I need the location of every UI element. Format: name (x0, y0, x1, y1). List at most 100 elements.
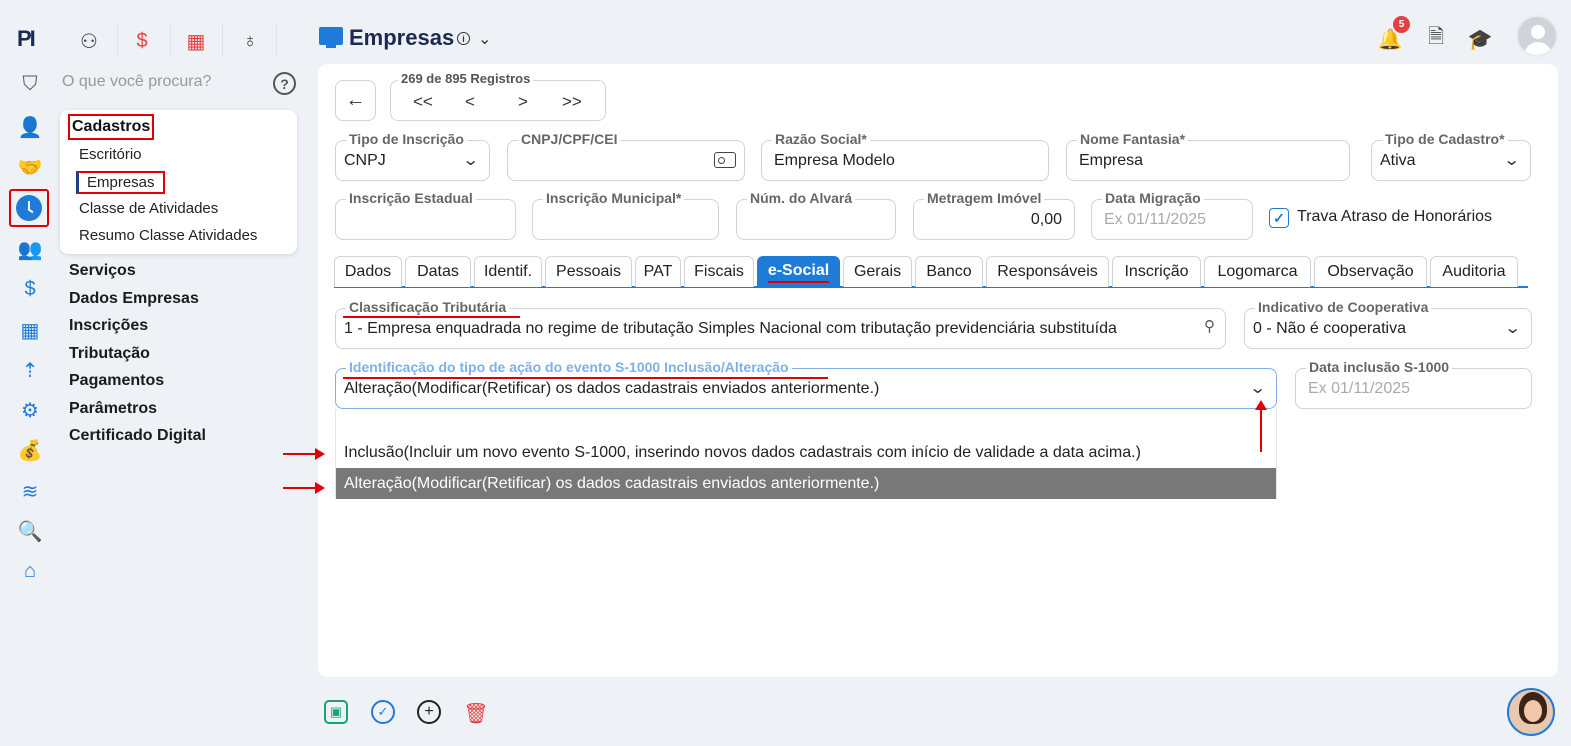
num-alvara-field[interactable]: Núm. do Alvará (736, 190, 896, 240)
assistant-avatar[interactable] (1507, 688, 1555, 736)
prev-record-button[interactable]: < (465, 92, 475, 112)
tab-label: Pessoais (556, 263, 621, 280)
search-input[interactable]: O que você procura? (62, 73, 211, 91)
clock-icon[interactable] (9, 189, 49, 227)
users-icon[interactable]: 👥 (12, 231, 48, 267)
cadastros-submenu: Cadastros Escritório Empresas Classe de … (60, 110, 297, 254)
tab-identif[interactable]: Identif. (474, 256, 542, 287)
gear-network-icon[interactable]: ⚙ (12, 392, 48, 428)
arrow-percent-icon[interactable]: ⇡ (12, 352, 48, 388)
tab-auditoria[interactable]: Auditoria (1430, 256, 1518, 287)
dollar-circle-icon[interactable]: $ (12, 271, 48, 307)
tab-label: Auditoria (1442, 263, 1506, 280)
document-search-icon[interactable]: 🗎 (1423, 26, 1449, 52)
last-record-button[interactable]: >> (562, 92, 582, 112)
tab-gerais[interactable]: Gerais (843, 256, 912, 287)
group-icon[interactable]: ⚇ (72, 26, 106, 56)
tab-pessoais[interactable]: Pessoais (545, 256, 632, 287)
handshake-icon[interactable]: 🤝 (12, 149, 48, 185)
first-record-button[interactable]: << (413, 92, 433, 112)
calculator-grid-icon[interactable]: ▦ (179, 26, 213, 56)
dropdown-option-inclusao[interactable]: Inclusão(Incluir um novo evento S-1000, … (336, 437, 1276, 468)
tab-responsaveis[interactable]: Responsáveis (986, 256, 1109, 287)
cooperativa-select[interactable]: Indicativo de Cooperativa 0 - Não é coop… (1244, 299, 1532, 349)
id-card-icon[interactable] (714, 152, 736, 168)
tipo-cadastro-select[interactable]: Tipo de Cadastro* Ativa ⌄ (1371, 131, 1531, 181)
money-bag-icon[interactable]: 💰 (12, 432, 48, 468)
tab-fiscais[interactable]: Fiscais (684, 256, 754, 287)
submenu-item-empresas[interactable]: Empresas (76, 171, 165, 194)
calculator-icon[interactable]: ▦ (12, 312, 48, 348)
tab-datas[interactable]: Datas (405, 256, 471, 287)
data-inclusao-field[interactable]: Data inclusão S-1000 Ex 01/11/2025 (1295, 359, 1532, 409)
tab-banco[interactable]: Banco (915, 256, 983, 287)
field-label: Tipo de Inscrição (346, 131, 467, 147)
trava-atraso-checkbox[interactable]: ✓ (1269, 208, 1289, 228)
acao-evento-select[interactable]: Identificação do tipo de ação do evento … (335, 359, 1277, 409)
razao-social-field[interactable]: Razão Social* Empresa Modelo (761, 131, 1049, 181)
next-record-button[interactable]: > (518, 92, 528, 112)
data-migracao-field[interactable]: Data Migração Ex 01/11/2025 (1091, 190, 1253, 240)
divider (276, 25, 277, 55)
tab-dados[interactable]: Dados (334, 256, 402, 287)
chevron-down-icon[interactable]: ⌄ (478, 29, 491, 49)
save-icon[interactable]: ▣ (324, 700, 348, 724)
tab-observacao[interactable]: Observação (1314, 256, 1427, 287)
tab-logomarca[interactable]: Logomarca (1204, 256, 1311, 287)
app-logo[interactable]: PI (17, 26, 36, 52)
tab-label: Logomarca (1217, 263, 1298, 280)
cnpj-field[interactable]: CNPJ/CPF/CEI (507, 131, 745, 181)
field-label: Tipo de Cadastro* (1382, 131, 1508, 147)
nome-fantasia-field[interactable]: Nome Fantasia* Empresa (1066, 131, 1350, 181)
tab-pat[interactable]: PAT (635, 256, 681, 287)
menu-item-servicos[interactable]: Serviços (69, 262, 136, 280)
tab-label: Gerais (853, 263, 902, 280)
help-icon[interactable]: ? (273, 72, 296, 95)
tab-label: PAT (643, 263, 673, 280)
metragem-field[interactable]: Metragem Imóvel 0,00 (913, 190, 1075, 240)
layers-icon[interactable]: ≋ (12, 473, 48, 509)
tab-label: Inscrição (1124, 263, 1189, 280)
home-icon[interactable]: ⌂ (12, 553, 48, 589)
menu-item-dados-empresas[interactable]: Dados Empresas (69, 290, 199, 308)
submenu-item-resumo-classe[interactable]: Resumo Classe Atividades (79, 227, 257, 244)
dropdown-option-alteracao[interactable]: Alteração(Modificar(Retificar) os dados … (336, 468, 1276, 499)
divider (117, 25, 118, 55)
submenu-item-classe-atividades[interactable]: Classe de Atividades (79, 200, 218, 217)
search-magnifier-icon[interactable]: 🔍 (12, 513, 48, 549)
tab-esocial[interactable]: e-Social (757, 256, 840, 287)
user-settings-icon[interactable]: 👤 (12, 109, 48, 145)
inscricao-municipal-field[interactable]: Inscrição Municipal* (532, 190, 719, 240)
classificacao-tributaria-field[interactable]: Classificação Tributária 1 - Empresa enq… (335, 299, 1226, 349)
tipo-inscricao-select[interactable]: Tipo de Inscrição CNPJ ⌄ (335, 131, 490, 181)
menu-item-inscricoes[interactable]: Inscrições (69, 317, 148, 335)
field-label: Núm. do Alvará (747, 190, 856, 206)
info-icon[interactable]: i (457, 32, 470, 45)
submenu-item-escritorio[interactable]: Escritório (79, 146, 142, 163)
back-button[interactable]: ← (335, 80, 376, 121)
dollar-icon[interactable]: $ (125, 26, 159, 56)
inscricao-estadual-field[interactable]: Inscrição Estadual (335, 190, 516, 240)
search-icon[interactable]: ⚲ (1204, 317, 1215, 335)
field-label: Identificação do tipo de ação do evento … (346, 359, 792, 375)
field-value: 0,00 (1030, 211, 1062, 228)
tab-label: e-Social (767, 261, 830, 283)
tab-label: Banco (926, 263, 972, 280)
menu-item-tributacao[interactable]: Tributação (69, 345, 150, 363)
icon-rail: PI ⛉ 👤 🤝 👥 $ ▦ ⇡ ⚙ 💰 ≋ 🔍 ⌂ (0, 0, 60, 746)
tab-inscricao[interactable]: Inscrição (1112, 256, 1201, 287)
field-placeholder: Ex 01/11/2025 (1308, 380, 1411, 397)
menu-item-pagamentos[interactable]: Pagamentos (69, 372, 164, 390)
field-value: CNPJ (344, 152, 386, 169)
chevron-down-icon[interactable]: ⌄ (1249, 378, 1266, 398)
filter-icon[interactable]: ⛉ (12, 66, 48, 102)
money-sack-icon[interactable]: ♁ (233, 26, 267, 56)
menu-item-certificado[interactable]: Certificado Digital (69, 427, 206, 445)
add-icon[interactable]: + (417, 700, 441, 724)
user-avatar[interactable] (1516, 15, 1558, 57)
graduation-cap-icon[interactable]: 🎓 (1467, 26, 1493, 52)
trash-icon[interactable]: 🗑 (463, 700, 489, 726)
submenu-title[interactable]: Cadastros (68, 114, 155, 140)
confirm-icon[interactable]: ✓ (371, 700, 395, 724)
menu-item-parametros[interactable]: Parâmetros (69, 400, 157, 418)
